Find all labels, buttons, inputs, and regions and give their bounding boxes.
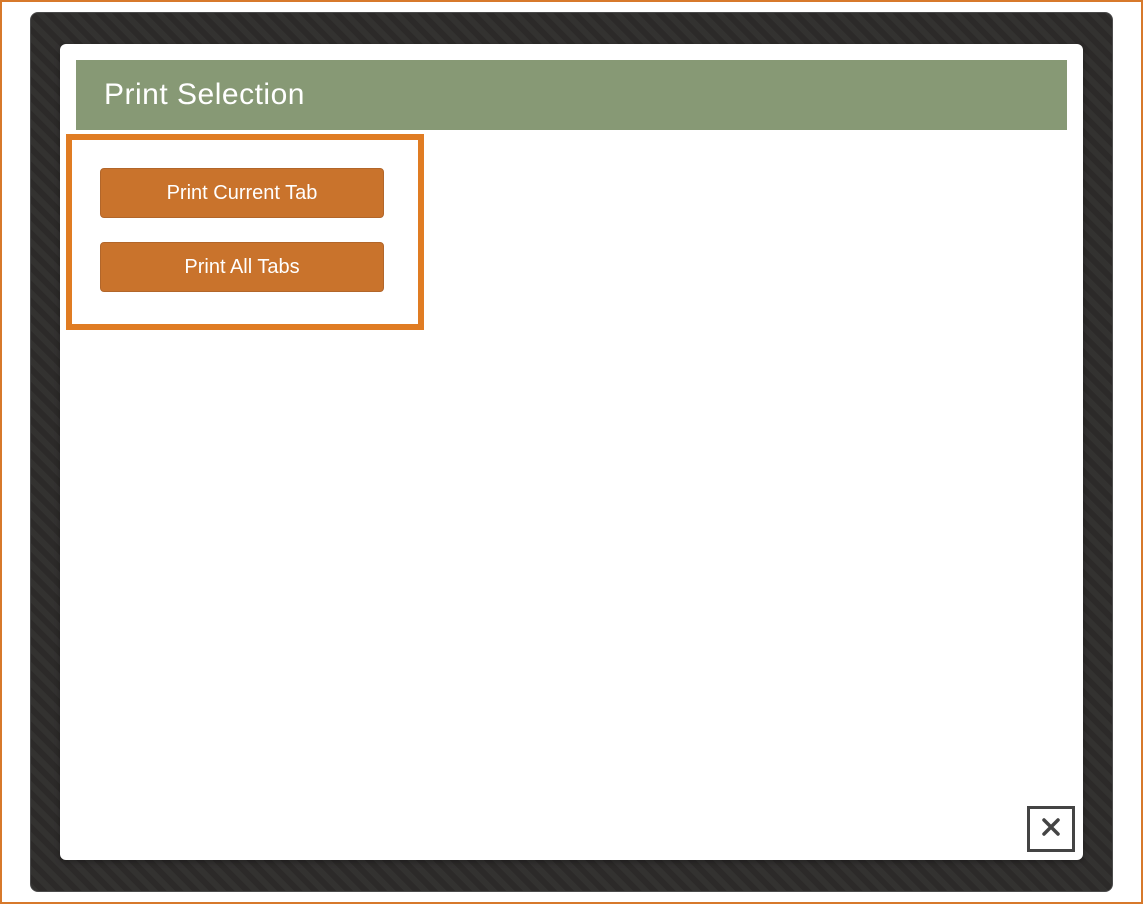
print-all-tabs-button[interactable]: Print All Tabs [100, 242, 384, 292]
print-current-tab-button[interactable]: Print Current Tab [100, 168, 384, 218]
highlight-callout: Print Current Tab Print All Tabs [66, 134, 424, 330]
close-button[interactable] [1027, 806, 1075, 852]
screenshot-frame: Print Selection Print Current Tab Print … [0, 0, 1143, 904]
close-icon [1039, 815, 1063, 844]
print-selection-modal: Print Selection Print Current Tab Print … [60, 44, 1083, 860]
modal-body: Print Current Tab Print All Tabs [60, 130, 1083, 856]
modal-title: Print Selection [76, 60, 1067, 130]
